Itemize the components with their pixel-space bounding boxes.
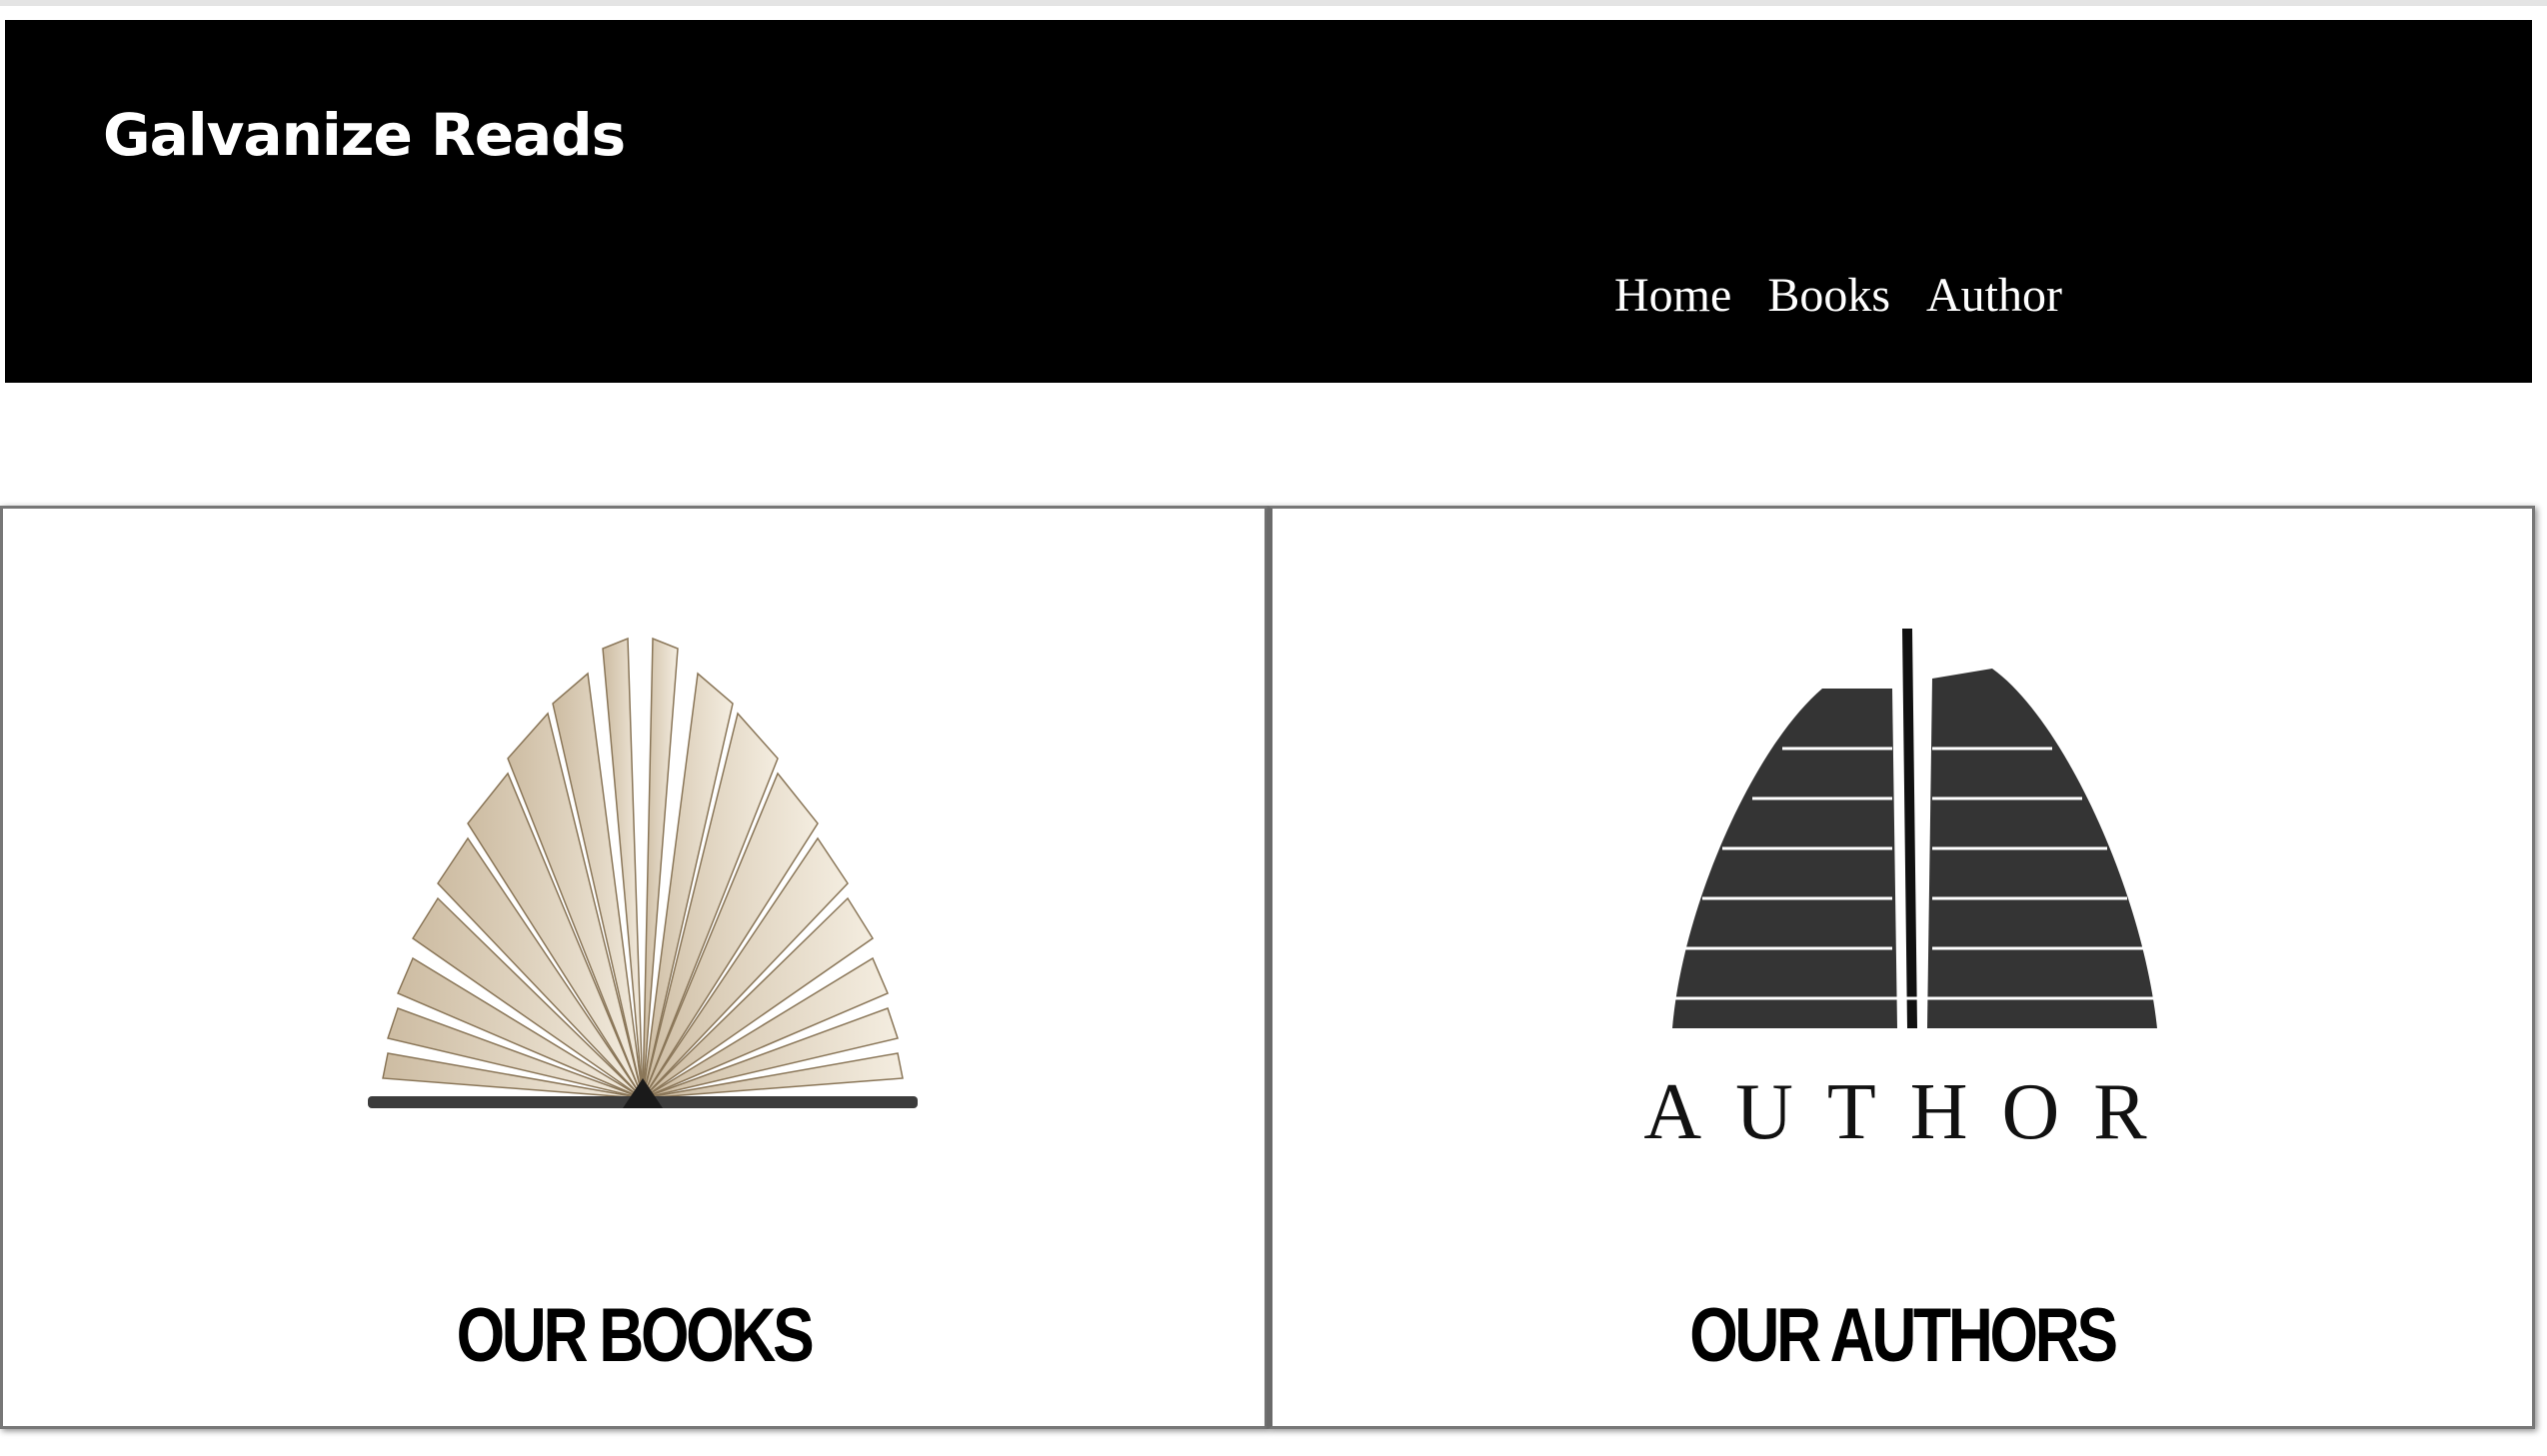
category-cards: OUR BOOKS AUTHOR OUR AUTHORS (0, 506, 2535, 1429)
nav-books-link[interactable]: Books (1767, 272, 1890, 320)
main-nav: Home Books Author (1614, 272, 2062, 320)
authors-card[interactable]: AUTHOR OUR AUTHORS (1268, 506, 2535, 1429)
nav-home-link[interactable]: Home (1614, 272, 1731, 320)
nav-author-link[interactable]: Author (1926, 272, 2062, 320)
books-card-title: OUR BOOKS (456, 1293, 815, 1378)
authors-card-title: OUR AUTHORS (1689, 1293, 2118, 1378)
brand-title[interactable]: Galvanize Reads (103, 106, 626, 164)
books-card[interactable]: OUR BOOKS (0, 506, 1268, 1429)
browser-top-line (0, 0, 2547, 6)
navbar: Galvanize Reads Home Books Author (5, 20, 2532, 383)
open-book-icon (368, 637, 918, 1108)
author-word-cloud-book-icon: AUTHOR (1643, 629, 2180, 1156)
author-image-text: AUTHOR (1643, 1068, 2180, 1156)
